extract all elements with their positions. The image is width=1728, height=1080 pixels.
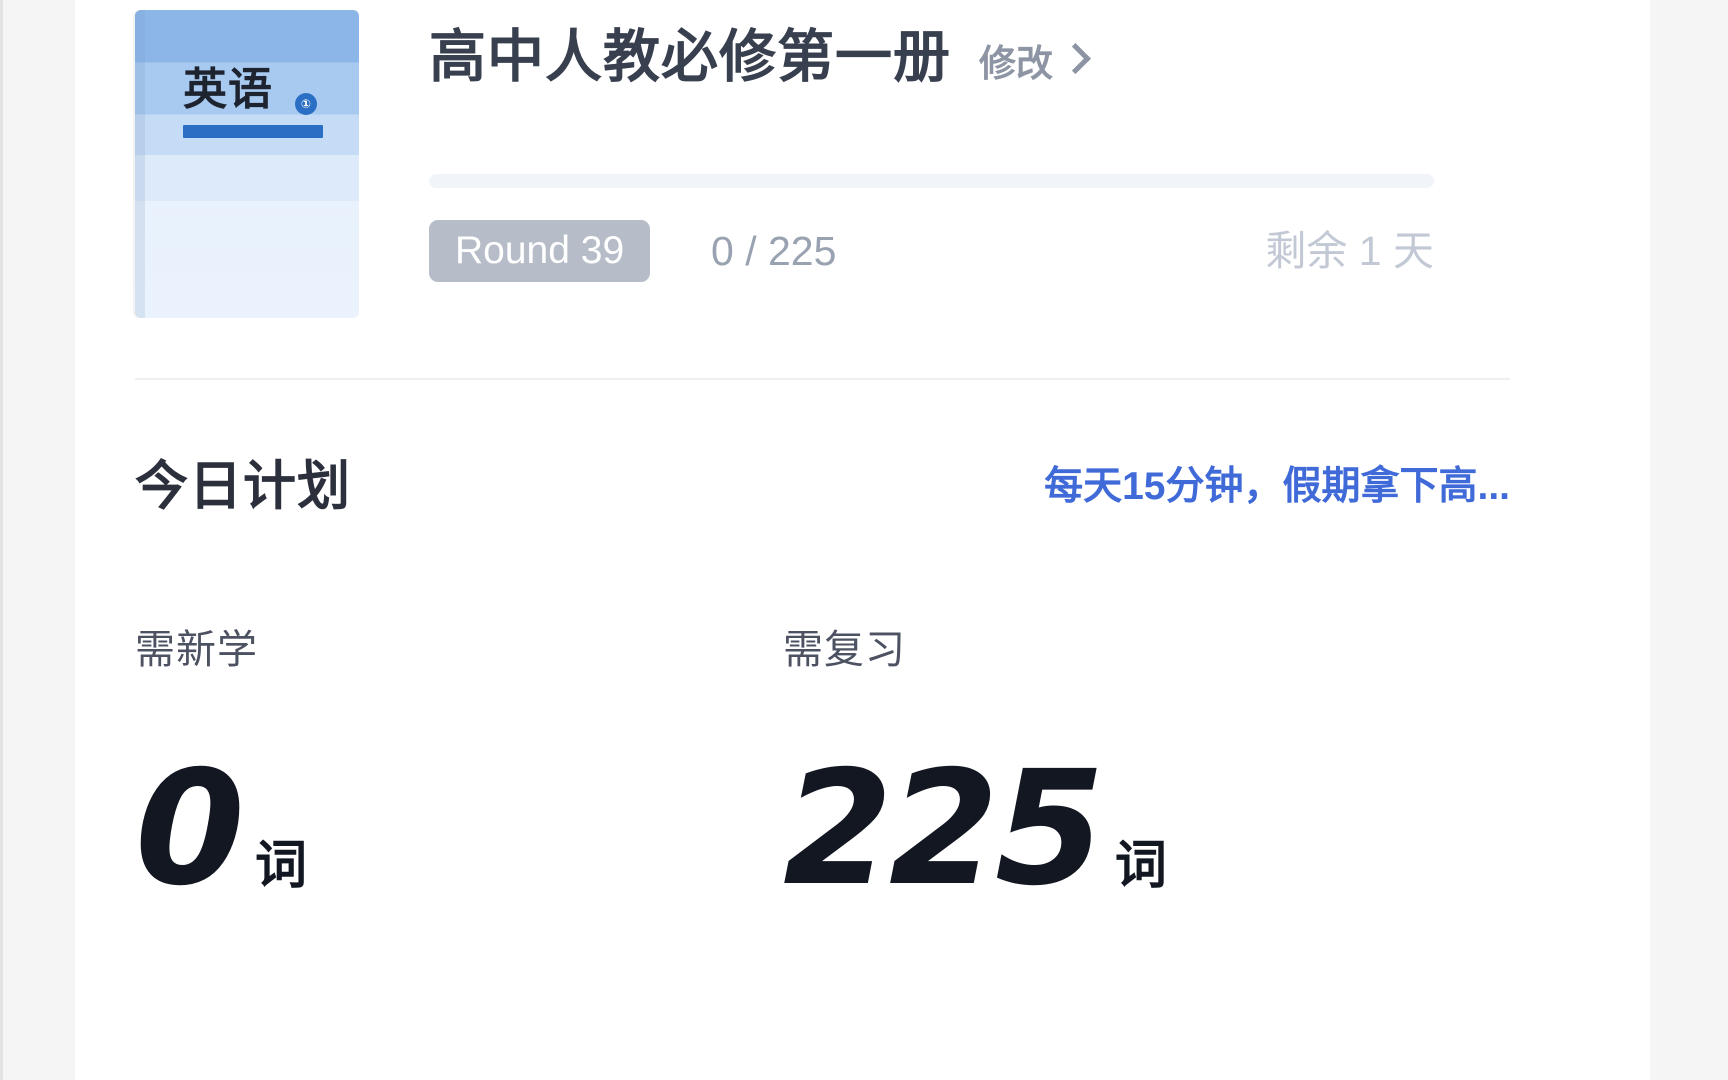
section-divider — [135, 378, 1510, 380]
edit-book-button[interactable]: 修改 — [979, 33, 1091, 87]
study-plan-card: 英语 ① 高中人教必修第一册 修改 Round 39 0 / 225 剩余 1 … — [75, 0, 1650, 1080]
promo-link[interactable]: 每天15分钟，假期拿下高... — [1044, 452, 1510, 522]
book-header-row: 英语 ① 高中人教必修第一册 修改 Round 39 0 / 225 剩余 1 … — [135, 8, 1510, 318]
book-title-line: 高中人教必修第一册 修改 — [429, 25, 1091, 89]
today-plan-header: 今日计划 每天15分钟，假期拿下高... — [135, 452, 1510, 522]
stat-value-row: 0 词 — [135, 737, 775, 921]
book-progress-bar — [429, 174, 1434, 188]
round-badge: Round 39 — [429, 220, 651, 282]
book-cover-image[interactable]: 英语 ① — [135, 10, 359, 318]
book-name: 高中人教必修第一册 — [429, 25, 951, 89]
stat-unit: 词 — [254, 837, 307, 895]
book-cover-subject-label: 英语 — [183, 64, 273, 115]
stat-new-words: 需新学 0 词 — [135, 628, 775, 921]
book-cover-volume-badge: ① — [295, 93, 317, 115]
book-cover-underline — [183, 125, 323, 138]
stat-value: 0 — [135, 737, 245, 921]
stat-label: 需新学 — [135, 628, 258, 672]
edit-book-label: 修改 — [979, 43, 1053, 84]
page-edge-divider — [0, 0, 3, 1080]
today-plan-stats: 需新学 0 词 需复习 225 词 — [135, 630, 1510, 960]
book-progress-meta: Round 39 0 / 225 剩余 1 天 — [429, 220, 1434, 284]
progress-count-text: 0 / 225 — [711, 228, 837, 274]
chevron-right-icon — [1059, 43, 1091, 75]
stat-label: 需复习 — [783, 628, 906, 672]
app-screen: 英语 ① 高中人教必修第一册 修改 Round 39 0 / 225 剩余 1 … — [0, 0, 1728, 1080]
book-info-column: 高中人教必修第一册 修改 Round 39 0 / 225 剩余 1 天 — [429, 8, 1510, 318]
stat-unit: 词 — [1114, 837, 1167, 895]
stat-value-row: 225 词 — [783, 737, 1423, 921]
today-plan-title: 今日计划 — [135, 457, 351, 516]
stat-review-words: 需复习 225 词 — [783, 628, 1423, 921]
stat-value: 225 — [783, 737, 1105, 921]
book-spine — [135, 10, 145, 318]
remaining-days-text: 剩余 1 天 — [1265, 228, 1434, 274]
